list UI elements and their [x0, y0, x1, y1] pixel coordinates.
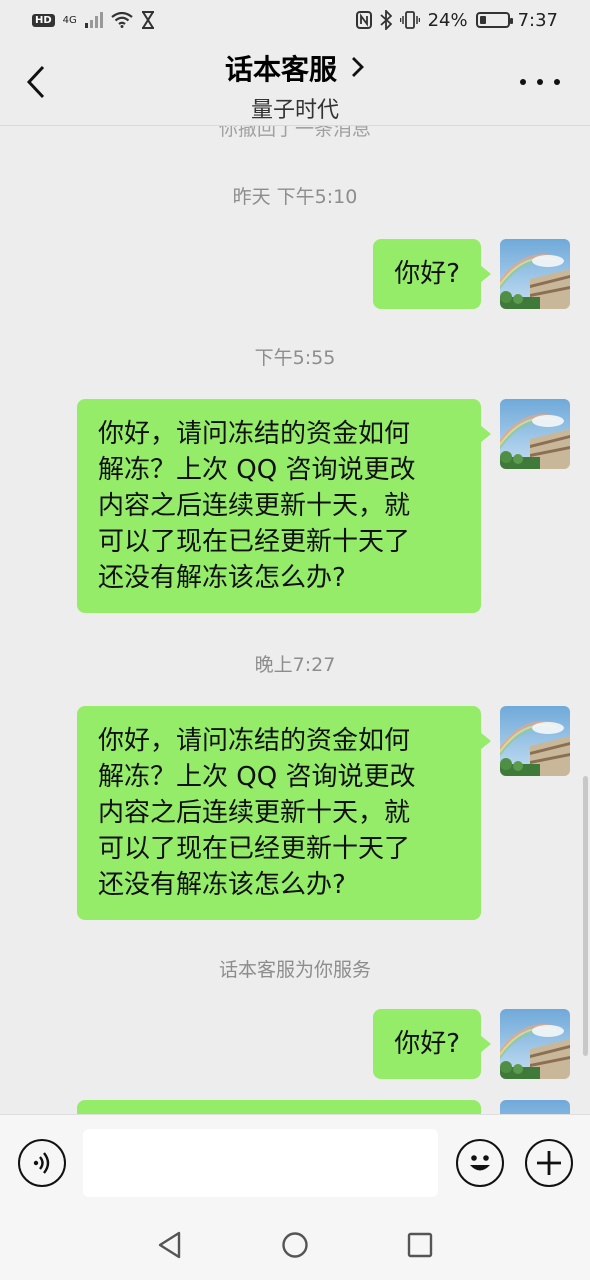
square-recents-icon [407, 1232, 433, 1258]
message-line: 你好? [394, 259, 460, 289]
message-bubble[interactable]: 你好? [373, 239, 491, 309]
nav-back-button[interactable] [155, 1230, 185, 1260]
vibrate-icon [399, 11, 420, 29]
avatar-image [500, 706, 570, 776]
nav-home-button[interactable] [280, 1230, 310, 1260]
more-dot-icon [537, 79, 543, 85]
message-bubble[interactable]: 你好? [373, 1009, 491, 1079]
triangle-back-icon [158, 1231, 181, 1259]
circle-home-icon [282, 1232, 308, 1258]
message-bubble[interactable]: 你好，请问冻结的资金如何 解冻？上次 QQ 咨询说更改 内容之后连续更新十天，就… [77, 399, 491, 613]
signal-icon [84, 12, 103, 28]
message-line: 你好，请问冻结的资金如何 [98, 726, 411, 756]
chevron-right-icon [351, 52, 365, 85]
avatar[interactable] [500, 1009, 570, 1079]
wifi-icon [111, 12, 133, 28]
timestamp: 昨天 下午5:10 [232, 186, 358, 208]
chat-title-text: 话本客服 [224, 53, 337, 86]
plus-button[interactable] [525, 1139, 573, 1187]
timestamp: 下午5:55 [254, 347, 336, 369]
plus-icon [537, 1151, 561, 1175]
emoji-button[interactable] [456, 1139, 504, 1187]
message-line: 解冻？上次 QQ 咨询说更改 [98, 762, 416, 792]
input-bar [0, 1114, 590, 1210]
message-line: 还没有解冻该怎么办? [98, 870, 346, 900]
chat-area[interactable]: 你撤回了一条消息 昨天 下午5:10 你好? 下午5:55 你好，请问冻结的资金… [0, 126, 590, 1114]
scrollbar[interactable] [583, 776, 588, 1056]
nav-recents-button[interactable] [405, 1230, 435, 1260]
avatar-image [500, 239, 570, 309]
chat-title[interactable]: 话本客服 [225, 48, 365, 88]
nfc-icon [355, 11, 372, 29]
avatar[interactable] [500, 706, 570, 776]
message-bubble[interactable]: 你好，请问冻结的资金如何 解冻？上次 QQ 咨询说更改 内容之后连续更新十天，就… [77, 706, 491, 920]
more-dot-icon [554, 79, 560, 85]
battery-fill [479, 16, 486, 24]
network-type: 4G [62, 14, 77, 26]
status-bar-right: 24% 7:37 [355, 9, 558, 31]
message-bubble-partial[interactable] [77, 1100, 481, 1114]
timestamp: 晚上7:27 [254, 654, 336, 676]
chat-subtitle: 量子时代 [250, 98, 339, 123]
message-line: 可以了现在已经更新十天了 [98, 527, 411, 557]
avatar[interactable] [500, 399, 570, 469]
chat-header: 话本客服 量子时代 [0, 40, 590, 126]
status-bar-left: HD 4G [32, 11, 155, 29]
battery-percent: 24% [427, 9, 468, 31]
message-line: 还没有解冻该怎么办? [98, 563, 346, 593]
message-line: 内容之后连续更新十天，就 [98, 491, 411, 521]
bluetooth-icon [379, 10, 392, 30]
hd-badge: HD [32, 13, 55, 27]
clock: 7:37 [517, 9, 558, 31]
recalled-notice: 你撤回了一条消息 [218, 126, 371, 140]
avatar-image [500, 1100, 570, 1114]
message-line: 你好? [394, 1029, 460, 1059]
message-line: 解冻？上次 QQ 咨询说更改 [98, 455, 416, 485]
avatar-image [500, 399, 570, 469]
status-bar: HD 4G 24% 7:37 [0, 0, 590, 40]
voice-button[interactable] [18, 1139, 66, 1187]
avatar-image [500, 1009, 570, 1079]
avatar[interactable] [500, 1100, 570, 1114]
hourglass-icon [141, 11, 154, 29]
title-area[interactable]: 话本客服 [0, 48, 590, 88]
avatar[interactable] [500, 239, 570, 309]
emoji-icon [470, 1155, 490, 1171]
battery-icon [475, 12, 513, 28]
system-nav-bar [0, 1210, 590, 1280]
more-dot-icon [520, 79, 526, 85]
message-line: 你好，请问冻结的资金如何 [98, 419, 411, 449]
message-line: 可以了现在已经更新十天了 [98, 834, 411, 864]
voice-icon [33, 1152, 50, 1174]
system-notice: 话本客服为你服务 [218, 959, 371, 981]
more-options-button[interactable] [520, 70, 560, 94]
message-line: 内容之后连续更新十天，就 [98, 798, 411, 828]
message-input[interactable] [83, 1129, 438, 1197]
